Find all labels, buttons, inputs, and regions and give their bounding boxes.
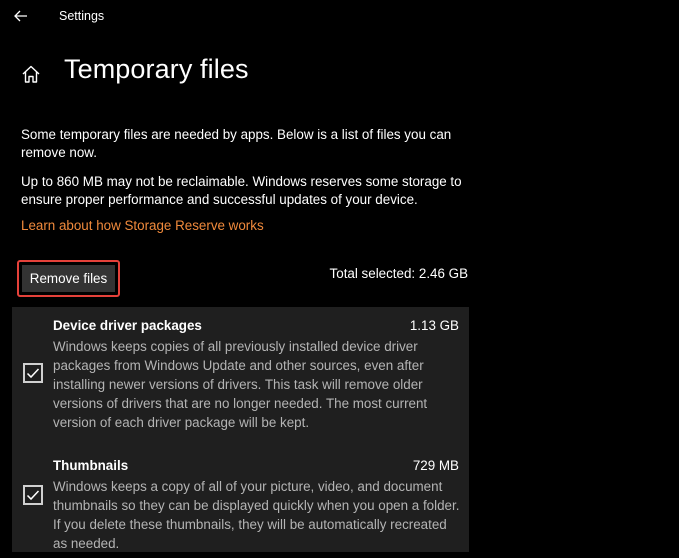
- list-item-device-driver-packages[interactable]: Device driver packages 1.13 GB Windows k…: [12, 307, 469, 447]
- page-header: Temporary files: [20, 54, 248, 92]
- remove-files-highlight: Remove files: [17, 260, 120, 297]
- storage-reserve-link[interactable]: Learn about how Storage Reserve works: [21, 217, 264, 235]
- arrow-left-icon: [14, 10, 27, 22]
- item-size: 1.13 GB: [409, 318, 459, 333]
- title-bar: Settings: [0, 0, 679, 34]
- item-size: 729 MB: [412, 458, 459, 473]
- item-name: Thumbnails: [53, 458, 129, 473]
- total-selected: Total selected: 2.46 GB: [329, 266, 468, 281]
- storage-reserve-note: Up to 860 MB may not be reclaimable. Win…: [21, 174, 462, 207]
- device-driver-packages-checkbox[interactable]: [23, 363, 43, 383]
- checkmark-icon: [26, 368, 40, 379]
- remove-files-button[interactable]: Remove files: [22, 265, 115, 292]
- home-icon[interactable]: [20, 63, 42, 85]
- temporary-files-list[interactable]: Device driver packages 1.13 GB Windows k…: [12, 307, 469, 552]
- item-description: Windows keeps copies of all previously i…: [53, 339, 428, 430]
- item-description: Windows keeps a copy of all of your pict…: [53, 479, 460, 551]
- list-item-thumbnails[interactable]: Thumbnails 729 MB Windows keeps a copy o…: [12, 447, 469, 552]
- thumbnails-checkbox[interactable]: [23, 485, 43, 505]
- checkmark-icon: [26, 490, 40, 501]
- back-button[interactable]: [10, 6, 32, 26]
- app-title: Settings: [59, 9, 105, 23]
- page-title: Temporary files: [64, 54, 249, 84]
- intro-description: Some temporary files are needed by apps.…: [21, 127, 452, 160]
- item-name: Device driver packages: [53, 318, 202, 333]
